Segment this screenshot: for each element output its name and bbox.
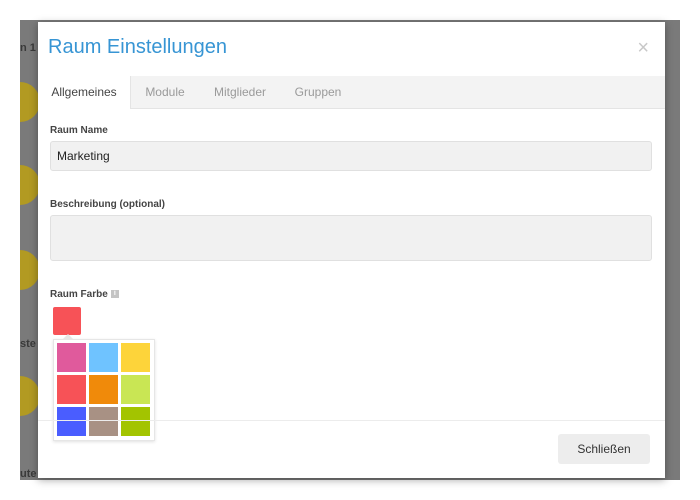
background-text: n 1	[20, 42, 36, 54]
color-swatch-yellow[interactable]	[121, 343, 150, 372]
background-text: ste	[20, 338, 36, 350]
dialog-title: Raum Einstellungen	[48, 36, 227, 58]
close-button[interactable]: Schließen	[558, 434, 650, 464]
room-name-input[interactable]	[50, 141, 652, 171]
tab-groups[interactable]: Gruppen	[282, 76, 354, 109]
color-swatch-pink[interactable]	[57, 343, 86, 372]
tab-general[interactable]: Allgemeines	[38, 76, 131, 109]
tab-bar: Allgemeines Module Mitglieder Gruppen	[38, 76, 665, 109]
color-swatch-light-blue[interactable]	[89, 343, 118, 372]
background-text: ute	[20, 468, 37, 480]
room-color-label-row: Raum Farbe i	[50, 289, 119, 300]
room-name-label: Raum Name	[50, 125, 108, 136]
info-icon[interactable]: i	[110, 290, 119, 299]
tab-modules[interactable]: Module	[130, 76, 200, 109]
room-color-label: Raum Farbe	[50, 289, 108, 300]
close-icon[interactable]: ×	[637, 38, 649, 58]
color-swatch-red[interactable]	[57, 375, 86, 404]
color-swatch-lime[interactable]	[121, 375, 150, 404]
selected-color-swatch[interactable]	[53, 307, 81, 335]
background-avatar	[20, 165, 40, 205]
color-swatch-orange[interactable]	[89, 375, 118, 404]
background-avatar	[20, 250, 40, 290]
description-label: Beschreibung (optional)	[50, 199, 165, 210]
background-avatar	[20, 376, 40, 416]
background-avatar	[20, 82, 40, 122]
popover-arrow	[62, 334, 74, 340]
tab-members[interactable]: Mitglieder	[202, 76, 278, 109]
room-settings-dialog: Raum Einstellungen × Allgemeines Module …	[38, 22, 665, 478]
description-field[interactable]	[50, 215, 652, 261]
dialog-footer: Schließen	[38, 420, 665, 478]
